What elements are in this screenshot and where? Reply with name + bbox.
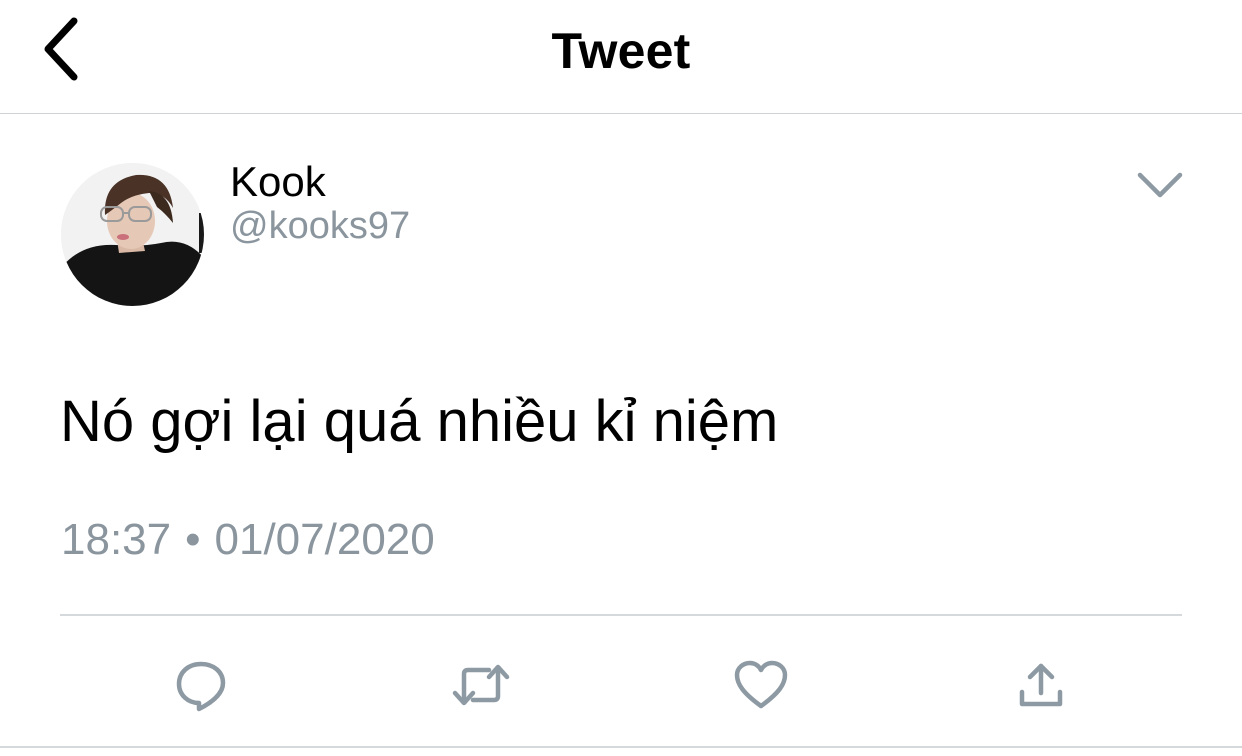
- share-button[interactable]: [1006, 650, 1076, 720]
- tweet-options-button[interactable]: [1130, 160, 1190, 210]
- tweet-time: 18:37: [61, 515, 172, 564]
- reply-icon: [176, 661, 226, 712]
- author-handle[interactable]: @kooks97: [230, 205, 410, 248]
- share-icon: [1019, 663, 1063, 707]
- page-title: Tweet: [551, 23, 691, 79]
- like-icon: [734, 660, 788, 709]
- top-navigation-bar: Tweet: [0, 0, 1242, 114]
- chevron-down-icon: [1137, 172, 1183, 198]
- reply-button[interactable]: [166, 650, 236, 720]
- tweet-text: Nó gợi lại quá nhiều kỉ niệm: [60, 389, 779, 454]
- retweet-icon: [452, 664, 510, 706]
- like-button[interactable]: [726, 650, 796, 720]
- tweet-timestamp: 18:37 • 01/07/2020: [61, 515, 435, 565]
- divider: [60, 614, 1182, 616]
- author-name[interactable]: Kook: [230, 158, 326, 206]
- profile-photo: [61, 163, 204, 306]
- retweet-button[interactable]: [446, 650, 516, 720]
- tweet-detail-screen: Tweet Kook @kooks97 Nó gợi lại quá nhiều…: [0, 0, 1242, 756]
- tweet-date: 01/07/2020: [214, 515, 435, 564]
- avatar[interactable]: [61, 163, 204, 306]
- bottom-divider: [0, 746, 1242, 748]
- separator-dot: •: [185, 515, 201, 564]
